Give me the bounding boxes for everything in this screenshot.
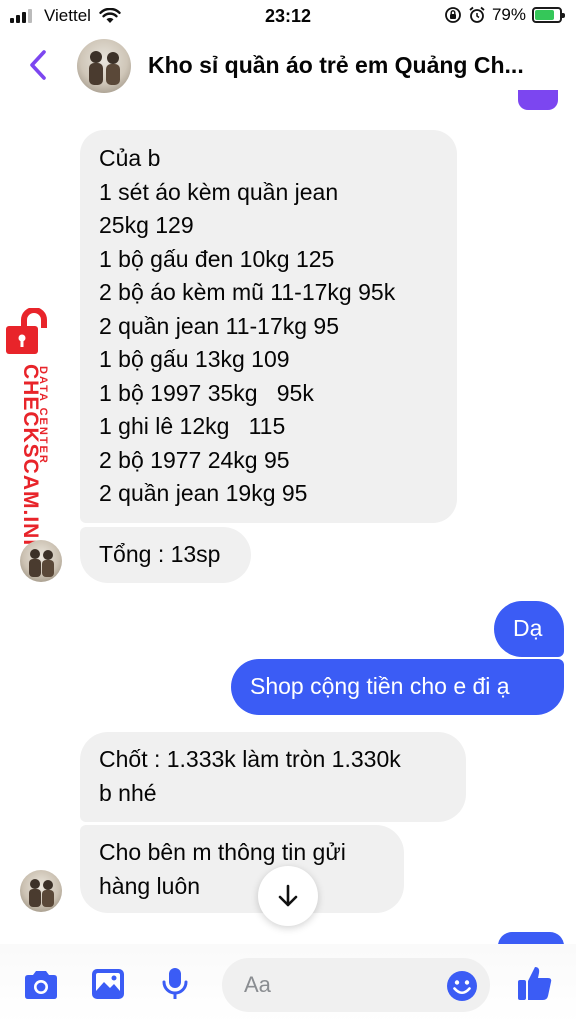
incoming-message-shipping-info[interactable]: Cho bên m thông tin gửi hàng luôn [80, 825, 404, 913]
like-icon[interactable] [516, 964, 554, 1002]
message-input-placeholder: Aa [244, 972, 271, 997]
previous-message-peek [518, 90, 558, 110]
arrow-down-icon [278, 884, 298, 907]
camera-icon[interactable] [22, 969, 60, 1001]
orientation-lock-icon [445, 7, 461, 23]
contact-name[interactable]: Kho sỉ quần áo trẻ em Quảng Ch... [148, 52, 568, 79]
message-line: Của b [99, 145, 161, 171]
conversation-header: Kho sỉ quần áo trẻ em Quảng Ch... [0, 34, 576, 98]
gallery-icon[interactable] [90, 967, 126, 1001]
message-line: 1 bộ gấu đen 10kg 125 [99, 245, 335, 272]
message-line: Dạ [513, 615, 543, 641]
message-line: 1 bộ 1997 35kg 95k [99, 379, 314, 406]
message-line: Shop cộng tiền cho e đi ạ [250, 673, 510, 699]
battery-percent: 79% [491, 5, 526, 24]
message-line: 2 quần jean 19kg 95 [99, 480, 308, 506]
watermark-subtitle: DATA CENTER [37, 366, 49, 465]
status-bar: Viettel 23:12 79% [0, 0, 576, 34]
contact-avatar[interactable] [77, 39, 131, 93]
message-line: 1 bộ gấu 13kg 109 [99, 346, 290, 372]
message-line: 2 bộ 1977 24kg 95 [99, 446, 290, 473]
battery-icon [532, 7, 565, 23]
message-line: hàng luôn [99, 872, 201, 899]
back-button[interactable] [24, 48, 54, 82]
message-line: 2 quần jean 11-17kg 95 [99, 312, 339, 339]
sender-avatar[interactable] [20, 870, 62, 912]
scroll-to-bottom-button[interactable] [258, 866, 318, 926]
message-line: b nhé [99, 779, 157, 806]
message-line: Tổng : 13sp [99, 541, 221, 567]
message-line: 25kg 129 [99, 212, 194, 238]
incoming-message-total[interactable]: Tổng : 13sp [80, 527, 251, 583]
incoming-message-order-list[interactable]: Của b 1 sét áo kèm quần jean 25kg 129 1 … [80, 130, 457, 523]
alarm-icon [469, 6, 485, 23]
status-right: 79% [444, 5, 565, 25]
sender-avatar[interactable] [20, 540, 62, 582]
emoji-icon[interactable] [446, 970, 478, 1002]
message-line: Cho bên m thông tin gửi [99, 839, 346, 865]
battery-level [535, 10, 554, 20]
lock-icon [6, 308, 47, 354]
outgoing-message-request[interactable]: Shop cộng tiền cho e đi ạ [231, 659, 564, 715]
microphone-icon[interactable] [160, 966, 190, 1002]
outgoing-message-da[interactable]: Dạ [494, 601, 564, 657]
message-line: 1 sét áo kèm quần jean [99, 178, 339, 205]
message-line: 1 ghi lê 12kg 115 [99, 413, 286, 439]
message-input[interactable]: Aa [222, 958, 490, 1012]
incoming-message-final-price[interactable]: Chốt : 1.333k làm tròn 1.330k b nhé [80, 732, 466, 822]
message-line: Chốt : 1.333k làm tròn 1.330k [99, 746, 401, 772]
composer-bar: Aa [0, 944, 576, 1024]
message-line: 2 bộ áo kèm mũ 11-17kg 95k [99, 279, 396, 305]
